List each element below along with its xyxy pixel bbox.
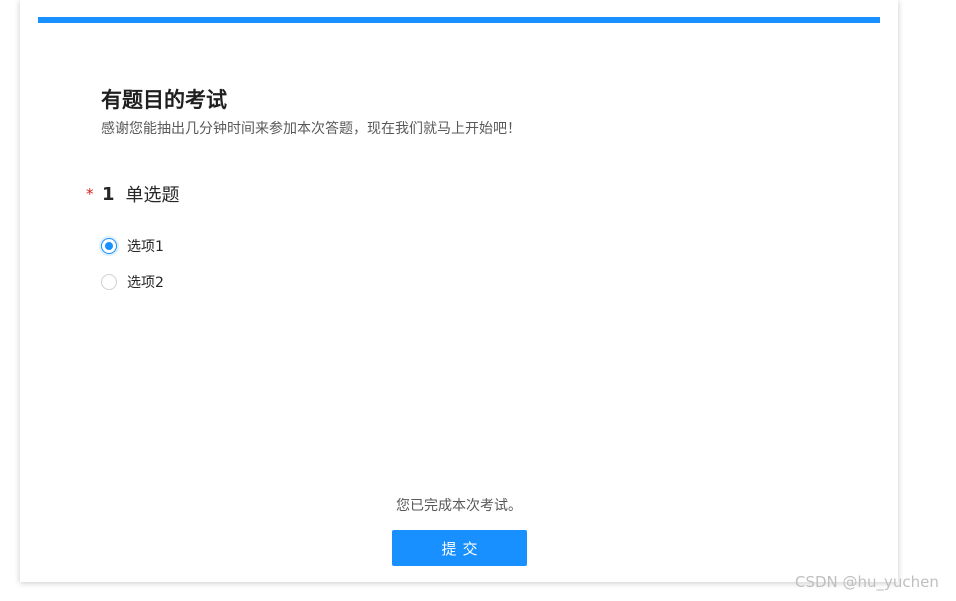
question-title: 单选题: [125, 185, 180, 206]
completion-message: 您已完成本次考试。: [396, 498, 522, 514]
header-accent-bar: [38, 17, 880, 23]
survey-description: 感谢您能抽出几分钟时间来参加本次答题，现在我们就马上开始吧！: [101, 121, 521, 137]
watermark: CSDN @hu_yuchen: [795, 573, 939, 591]
survey-title: 有题目的考试: [101, 88, 227, 112]
option-label: 选项1: [127, 239, 164, 255]
question-number: 1: [102, 183, 115, 205]
option-label: 选项2: [127, 275, 164, 291]
submit-button[interactable]: 提交: [392, 530, 527, 566]
required-mark: *: [86, 185, 94, 203]
question-header: * 1 单选题: [86, 182, 180, 207]
survey-card: 有题目的考试 感谢您能抽出几分钟时间来参加本次答题，现在我们就马上开始吧！ * …: [20, 0, 898, 582]
radio-button-option-1[interactable]: [101, 238, 117, 254]
option-2[interactable]: 选项2: [101, 272, 164, 292]
option-1[interactable]: 选项1: [101, 236, 164, 256]
radio-button-option-2[interactable]: [101, 274, 117, 290]
